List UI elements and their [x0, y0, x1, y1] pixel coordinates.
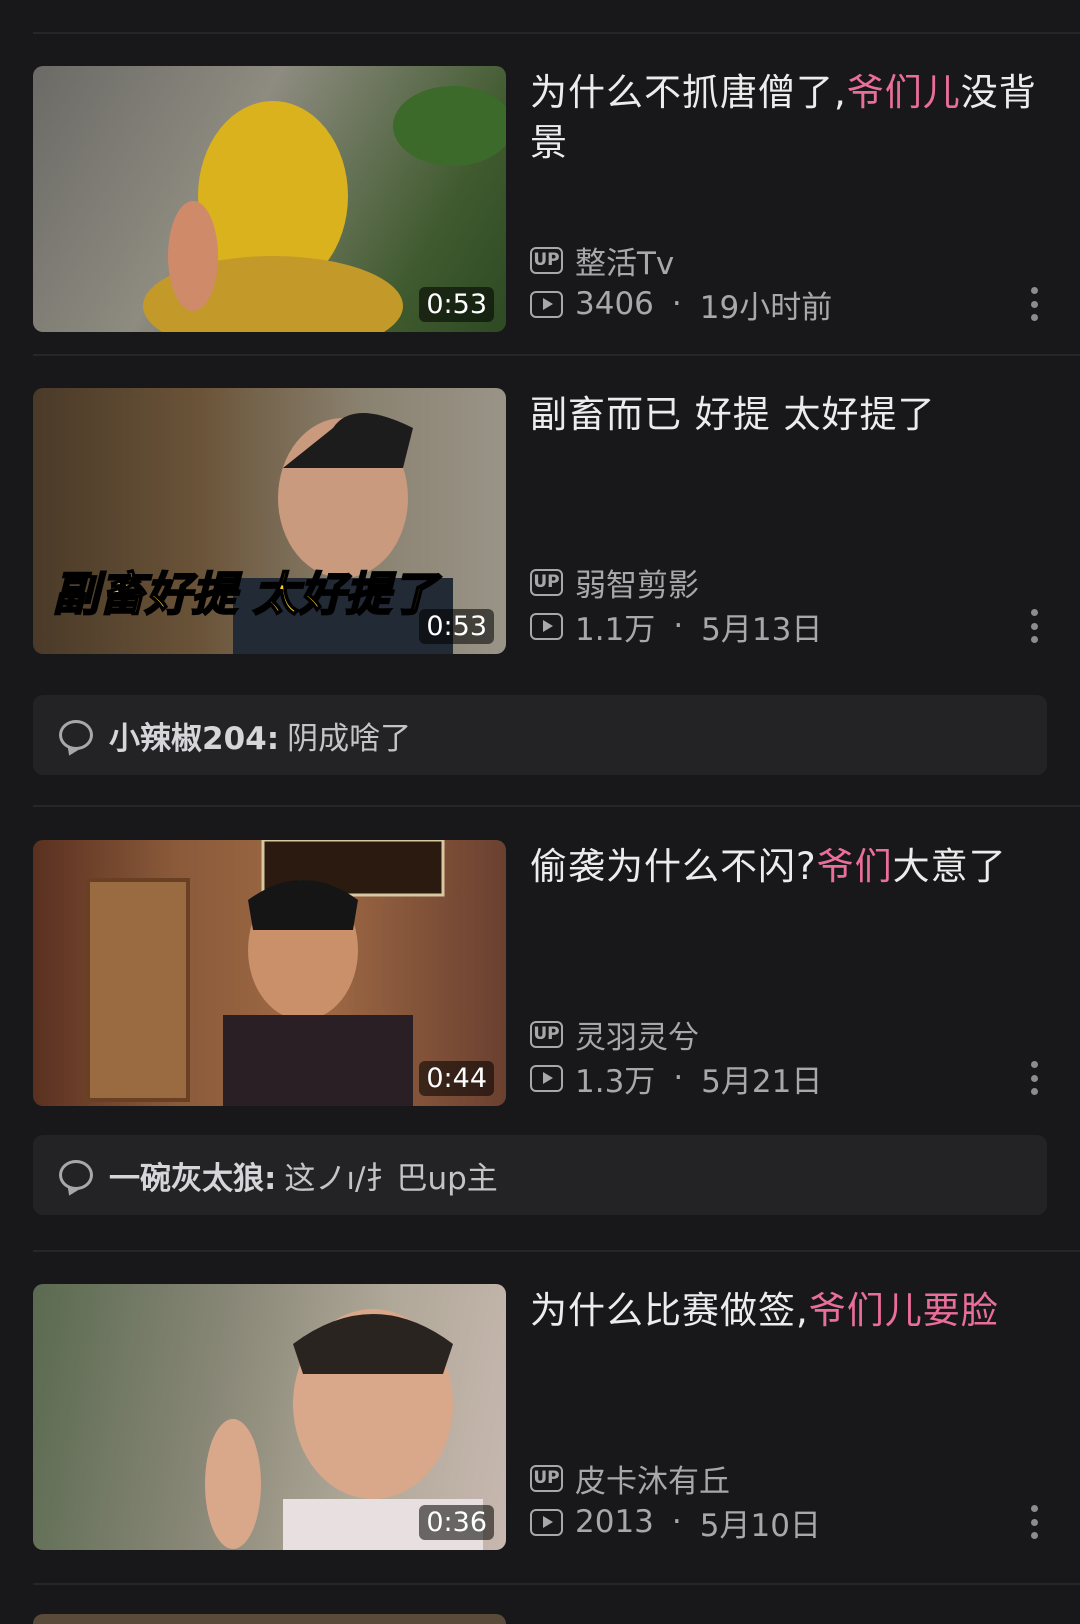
comment-text: 这ノı/扌巴up主 [284, 1160, 498, 1197]
upload-date: 5月10日 [699, 1507, 821, 1544]
up-badge-icon: UP [530, 1020, 563, 1048]
divider [33, 32, 1080, 34]
divider [33, 1250, 1080, 1252]
separator: · [673, 1060, 684, 1096]
uploader-name: 弱智剪影 [575, 567, 699, 604]
uploader-name: 整活Tv [575, 245, 675, 282]
comment-bubble-icon [59, 1160, 93, 1190]
more-vertical-icon[interactable] [1030, 609, 1038, 643]
video-thumbnail[interactable]: 0:53 [33, 66, 506, 332]
up-badge-icon: UP [530, 568, 563, 596]
view-count: 2013 [575, 1504, 654, 1540]
upload-date: 19小时前 [699, 289, 833, 326]
more-vertical-icon[interactable] [1030, 1505, 1038, 1539]
video-title[interactable]: 偷袭为什么不闪?爷们大意了 [530, 842, 1050, 892]
video-card-2[interactable]: 副畜好提 太好提了 0:53 副畜而已 好提 太好提了 UP 弱智剪影 1.1万… [0, 388, 1080, 656]
title-text: 偷袭为什么不闪? [530, 845, 817, 888]
up-badge-icon: UP [530, 1464, 563, 1492]
thumbnail-caption: 副畜好提 太好提了 [52, 566, 438, 622]
uploader-row[interactable]: UP 整活Tv [530, 240, 675, 282]
separator: · [671, 1504, 682, 1540]
play-count-icon [530, 1064, 563, 1092]
stats-row: 3406 · 19小时前 [530, 284, 833, 326]
separator: · [671, 286, 682, 322]
video-thumbnail[interactable]: 0:36 [33, 1284, 506, 1550]
uploader-row[interactable]: UP 弱智剪影 [530, 562, 699, 604]
duration-badge: 0:53 [419, 609, 494, 644]
uploader-name: 皮卡沐有丘 [575, 1463, 730, 1500]
comment-text: 阴成啥了 [287, 720, 412, 757]
title-text: 为什么不抓唐僧了, [530, 71, 847, 114]
play-count-icon [530, 290, 563, 318]
comment-user: 小辣椒204: [109, 720, 280, 757]
video-card-4[interactable]: 0:36 为什么比赛做签,爷们儿要脸 UP 皮卡沐有丘 2013 · 5月10日 [0, 1284, 1080, 1552]
more-vertical-icon[interactable] [1030, 1061, 1038, 1095]
stats-row: 1.3万 · 5月21日 [530, 1058, 823, 1100]
title-text: 副畜而已 好提 太好提了 [530, 393, 936, 436]
up-badge-icon: UP [530, 246, 563, 274]
upload-date: 5月13日 [701, 611, 823, 648]
hot-comment[interactable]: 小辣椒204: 阴成啥了 [33, 695, 1047, 775]
stats-row: 1.1万 · 5月13日 [530, 606, 823, 648]
view-count: 1.3万 [575, 1063, 656, 1100]
video-thumbnail[interactable]: 0:44 [33, 840, 506, 1106]
video-title[interactable]: 副畜而已 好提 太好提了 [530, 390, 1050, 440]
comment-user: 一碗灰太狼: [109, 1160, 277, 1197]
uploader-row[interactable]: UP 灵羽灵兮 [530, 1014, 699, 1056]
video-title[interactable]: 为什么比赛做签,爷们儿要脸 [530, 1286, 1050, 1336]
title-highlight: 爷们 [816, 845, 893, 888]
divider [33, 805, 1080, 807]
next-video-thumbnail[interactable] [33, 1614, 506, 1624]
view-count: 1.1万 [575, 611, 656, 648]
video-thumbnail[interactable]: 副畜好提 太好提了 0:53 [33, 388, 506, 654]
divider [33, 1583, 1080, 1585]
hot-comment[interactable]: 一碗灰太狼: 这ノı/扌巴up主 [33, 1135, 1047, 1215]
play-count-icon [530, 612, 563, 640]
divider [33, 354, 1080, 356]
duration-badge: 0:53 [419, 287, 494, 322]
comment-bubble-icon [59, 720, 93, 750]
title-highlight: 爷们儿 [846, 71, 961, 114]
video-card-1[interactable]: 0:53 为什么不抓唐僧了,爷们儿没背景 UP 整活Tv 3406 · 19小时… [0, 66, 1080, 334]
title-highlight: 爷们儿要脸 [808, 1289, 999, 1332]
play-count-icon [530, 1508, 563, 1536]
uploader-name: 灵羽灵兮 [575, 1019, 699, 1056]
more-vertical-icon[interactable] [1030, 287, 1038, 321]
duration-badge: 0:36 [419, 1505, 494, 1540]
video-card-3[interactable]: 0:44 偷袭为什么不闪?爷们大意了 UP 灵羽灵兮 1.3万 · 5月21日 [0, 840, 1080, 1108]
view-count: 3406 [575, 286, 654, 322]
separator: · [673, 608, 684, 644]
title-text: 为什么比赛做签, [530, 1289, 809, 1332]
uploader-row[interactable]: UP 皮卡沐有丘 [530, 1458, 730, 1500]
stats-row: 2013 · 5月10日 [530, 1502, 821, 1544]
duration-badge: 0:44 [419, 1061, 494, 1096]
title-text: 大意了 [892, 845, 1007, 888]
upload-date: 5月21日 [701, 1063, 823, 1100]
video-title[interactable]: 为什么不抓唐僧了,爷们儿没背景 [530, 68, 1050, 168]
